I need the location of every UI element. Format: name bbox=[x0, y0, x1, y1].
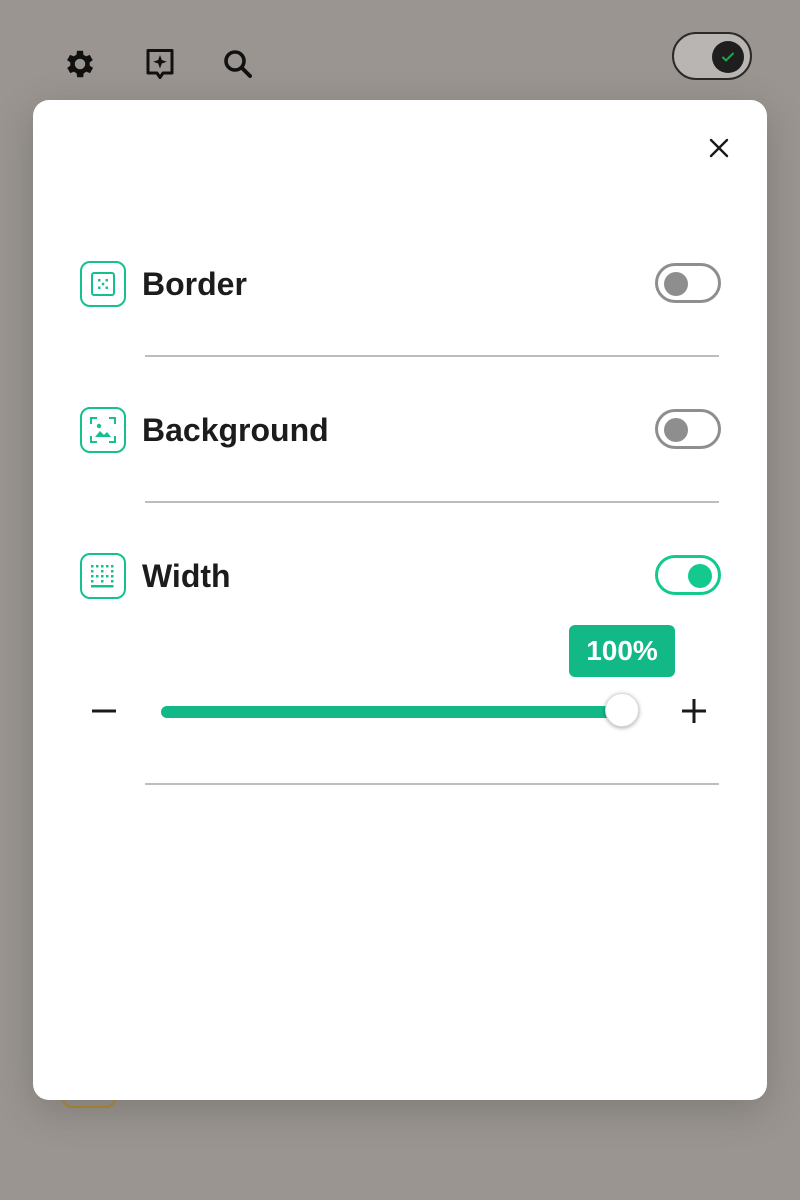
width-value-badge: 100% bbox=[569, 625, 675, 677]
width-slider-fill bbox=[161, 706, 622, 718]
top-toolbar bbox=[0, 0, 800, 100]
gear-icon[interactable] bbox=[60, 44, 100, 84]
theme-toggle[interactable] bbox=[672, 32, 752, 80]
check-icon bbox=[722, 52, 734, 62]
background-row: Background bbox=[80, 407, 721, 453]
minus-icon bbox=[92, 709, 116, 713]
border-row: Border bbox=[80, 261, 721, 307]
search-icon[interactable] bbox=[218, 44, 258, 84]
background-label: Background bbox=[142, 412, 329, 448]
width-slider-area: 100% bbox=[80, 625, 720, 745]
background-toggle[interactable] bbox=[655, 409, 721, 449]
close-icon bbox=[709, 138, 729, 158]
width-icon bbox=[80, 553, 126, 599]
sparkle-bookmark-icon[interactable] bbox=[140, 44, 180, 84]
width-slider-thumb[interactable] bbox=[605, 693, 639, 727]
divider bbox=[145, 355, 719, 357]
toggle-dot bbox=[688, 564, 712, 588]
toggle-knob bbox=[712, 41, 744, 73]
settings-modal: Border Background Width 100% bbox=[33, 100, 767, 1100]
decrease-width-button[interactable] bbox=[82, 689, 126, 733]
divider bbox=[145, 501, 719, 503]
border-toggle[interactable] bbox=[655, 263, 721, 303]
width-row: Width bbox=[80, 553, 721, 599]
border-label: Border bbox=[142, 266, 247, 302]
border-icon bbox=[80, 261, 126, 307]
width-slider-track[interactable] bbox=[161, 706, 639, 718]
toggle-dot bbox=[664, 418, 688, 442]
plus-icon bbox=[682, 699, 706, 723]
close-button[interactable] bbox=[701, 130, 737, 166]
background-image-icon bbox=[80, 407, 126, 453]
width-label: Width bbox=[142, 558, 231, 594]
toggle-dot bbox=[664, 272, 688, 296]
divider bbox=[145, 783, 719, 785]
width-toggle[interactable] bbox=[655, 555, 721, 595]
increase-width-button[interactable] bbox=[672, 689, 716, 733]
